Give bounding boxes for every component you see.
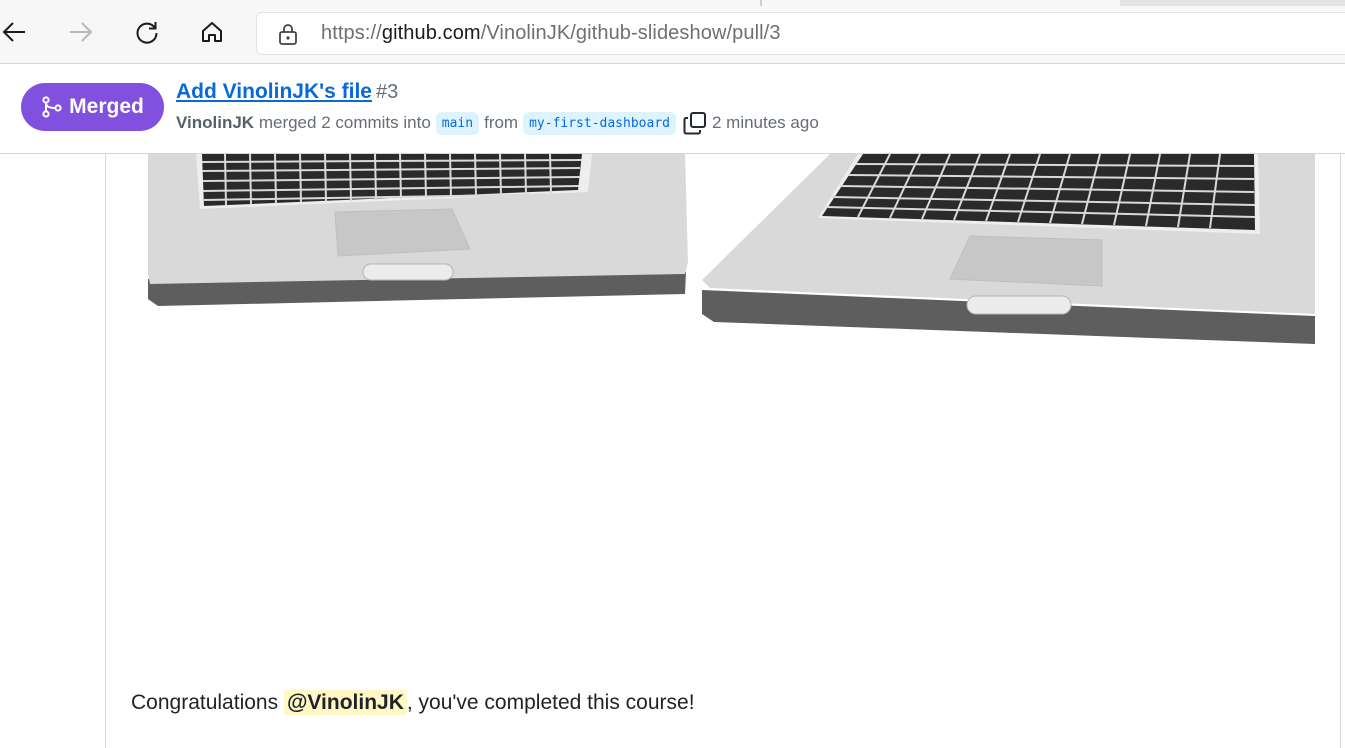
congrats-message: Congratulations @VinolinJK, you've compl… [131, 690, 695, 715]
git-merge-icon [42, 96, 62, 118]
pr-author-link[interactable]: VinolinJK [176, 113, 254, 133]
congrats-prefix: Congratulations [131, 691, 279, 714]
head-branch-label[interactable]: my-first-dashboard [523, 111, 676, 135]
forward-button[interactable] [63, 14, 99, 50]
url-host: github.com [381, 22, 481, 44]
comment-border [1340, 154, 1341, 748]
address-bar[interactable]: https://github.com/VinolinJK/github-slid… [256, 12, 1345, 55]
left-laptop-image [148, 154, 688, 306]
pr-title-link[interactable]: Add VinolinJK's file [176, 80, 372, 103]
from-text: from [484, 113, 519, 132]
merge-time: 2 minutes ago [711, 113, 819, 132]
merged-text: merged 2 commits into [258, 113, 431, 132]
tab-edge [760, 0, 762, 6]
arrow-left-icon [2, 22, 25, 42]
tab-edge [1120, 0, 1345, 6]
pr-sticky-header: Merged Add VinolinJK's file #3 VinolinJK … [0, 64, 1345, 154]
url-prefix: https:// [321, 22, 382, 44]
home-icon [202, 22, 222, 42]
pr-number: #3 [375, 81, 399, 103]
merged-status-badge: Merged [21, 83, 164, 131]
copy-branch-button[interactable] [682, 110, 708, 136]
right-laptop-image [702, 154, 1315, 344]
arrow-right-icon [70, 22, 93, 42]
pr-title-line: Add VinolinJK's file #3 [176, 80, 398, 104]
url-path: /VinolinJK/github-slideshow/pull/3 [480, 22, 781, 44]
timeline-border [105, 154, 106, 748]
lock-icon [279, 24, 297, 45]
base-branch-label[interactable]: main [435, 111, 480, 135]
refresh-button[interactable] [129, 14, 165, 50]
congrats-suffix: , you've completed this course! [406, 691, 695, 714]
browser-toolbar: https://github.com/VinolinJK/github-slid… [0, 0, 1345, 64]
copy-icon [683, 112, 706, 135]
home-button[interactable] [194, 14, 230, 50]
merged-status-label: Merged [69, 95, 144, 118]
url-text[interactable]: https://github.com/VinolinJK/github-slid… [321, 22, 781, 45]
refresh-icon [136, 22, 158, 44]
user-mention-link[interactable]: @VinolinJK [283, 690, 407, 715]
pr-meta: VinolinJK merged 2 commits into main fro… [176, 110, 819, 136]
laptops-illustration [148, 154, 1315, 344]
back-button[interactable] [0, 14, 32, 50]
